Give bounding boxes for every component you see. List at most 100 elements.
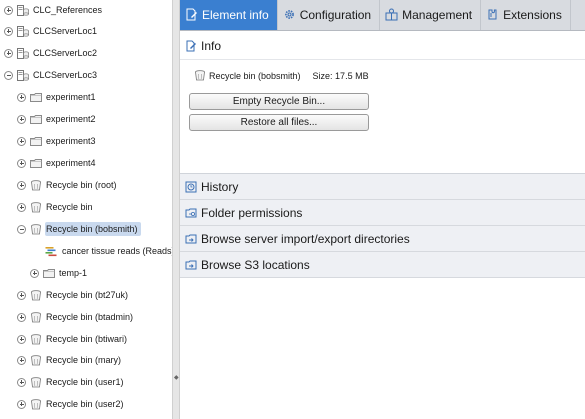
section-title: Info (201, 38, 222, 53)
collapse-icon[interactable] (4, 70, 13, 80)
restore-all-files-button[interactable]: Restore all files... (189, 114, 369, 131)
tree-item-recycle-bin-btiwari[interactable]: Recycle bin (btiwari) (17, 329, 130, 349)
tree-item-label: cancer tissue reads (Reads) (62, 246, 172, 256)
tree-item-label: Recycle bin (bobsmith) (45, 222, 141, 236)
management-icon (385, 8, 398, 21)
recycle-bin-icon (195, 70, 205, 81)
folder-icon (30, 158, 42, 168)
tree-item-recycle-bin-bobsmith[interactable]: Recycle bin (bobsmith) (17, 219, 141, 239)
recycle-bin-icon (31, 376, 41, 387)
tab-label: Management (402, 7, 473, 22)
tab-configuration[interactable]: Configuration (278, 0, 381, 30)
section-title: Browse S3 locations (201, 257, 310, 272)
tree-item-experiment3[interactable]: experiment3 (17, 131, 99, 151)
info-section-body: Recycle bin (bobsmith) Size: 17.5 MB Emp… (180, 60, 585, 174)
document-edit-icon (186, 8, 197, 21)
section-title: Browse server import/export directories (201, 231, 410, 246)
expand-icon[interactable] (17, 180, 26, 190)
folder-icon (30, 92, 42, 102)
document-edit-icon (186, 40, 196, 51)
expand-icon[interactable] (17, 136, 26, 146)
size-label: Size: 17.5 MB (312, 70, 369, 81)
tab-element-info[interactable]: Element info (180, 0, 278, 30)
tree-item-label: temp-1 (59, 268, 88, 278)
recycle-bin-icon (31, 311, 41, 322)
browse-server-section-header[interactable]: Browse server import/export directories (180, 226, 585, 252)
tab-management[interactable]: Management (380, 0, 482, 30)
tree-item-experiment2[interactable]: experiment2 (17, 109, 99, 129)
empty-recycle-bin-button[interactable]: Empty Recycle Bin... (189, 93, 369, 110)
tab-label: Element info (202, 7, 269, 22)
sequence-reads-icon (45, 246, 57, 256)
expand-icon[interactable] (17, 158, 26, 168)
tree-item-experiment1[interactable]: experiment1 (17, 87, 99, 107)
tree-item-recycle-bin-mary[interactable]: Recycle bin (mary) (17, 350, 124, 370)
tree-item-recycle-bin-root[interactable]: Recycle bin (root) (17, 175, 120, 195)
tree-item-label: experiment2 (46, 114, 96, 124)
tree-item-recycle-bin-btadmin[interactable]: Recycle bin (btadmin) (17, 307, 136, 327)
tree-item-label: experiment4 (46, 158, 96, 168)
expand-icon[interactable] (17, 92, 26, 102)
tree-item-recycle-bin[interactable]: Recycle bin (17, 197, 96, 217)
recycle-bin-icon (31, 398, 41, 409)
tree-item-recycle-bin-user2[interactable]: Recycle bin (user2) (17, 394, 127, 414)
collapse-icon[interactable] (17, 224, 26, 234)
history-section-header[interactable]: History (180, 174, 585, 200)
tree-item-label: Recycle bin (btadmin) (46, 312, 134, 322)
tab-label: Extensions (503, 7, 562, 22)
expand-icon[interactable] (4, 48, 13, 58)
tree-item-clcserverloc3[interactable]: CLCServerLoc3 (4, 65, 100, 85)
tree-item-label: CLCServerLoc3 (33, 70, 98, 80)
folder-icon (30, 114, 42, 124)
tab-label: Configuration (299, 7, 372, 22)
history-icon (185, 181, 197, 192)
expand-icon[interactable] (17, 334, 26, 344)
expand-icon[interactable] (17, 377, 26, 387)
tree-item-label: CLCServerLoc2 (33, 48, 98, 58)
tree-item-temp-1[interactable]: temp-1 (30, 263, 90, 283)
server-db-icon (17, 47, 29, 59)
tree-item-clcserverloc1[interactable]: CLCServerLoc1 (4, 21, 100, 41)
puzzle-icon (488, 9, 497, 20)
tree-scrollbar[interactable] (172, 0, 180, 419)
browse-server-icon (185, 234, 197, 243)
tree-item-clc-references[interactable]: CLC_References (4, 0, 105, 20)
tree-item-experiment4[interactable]: experiment4 (17, 153, 99, 173)
expand-icon[interactable] (17, 312, 26, 322)
tree-item-label: Recycle bin (user1) (46, 377, 124, 387)
bin-name: Recycle bin (bobsmith) (209, 70, 301, 81)
folder-icon (30, 136, 42, 146)
tree-item-cancer-tissue-reads[interactable]: cancer tissue reads (Reads) (40, 241, 172, 261)
navigation-tree: CLC_References CLCServerLoc1 CLCServerLo… (0, 0, 172, 419)
tree-item-label: Recycle bin (mary) (46, 355, 122, 365)
tree-item-clcserverloc2[interactable]: CLCServerLoc2 (4, 43, 100, 63)
tab-extensions[interactable]: Extensions (481, 0, 571, 30)
expand-icon[interactable] (4, 26, 13, 36)
tree-item-label: CLCServerLoc1 (33, 26, 98, 36)
gear-icon (284, 10, 294, 19)
tree-item-label: Recycle bin (btiwari) (46, 334, 128, 344)
tab-bar: Element info Configuration Management Ex… (180, 0, 585, 31)
expand-icon[interactable] (17, 114, 26, 124)
server-db-icon (17, 69, 29, 81)
expand-icon[interactable] (30, 268, 39, 278)
expand-icon[interactable] (17, 399, 26, 409)
expand-icon[interactable] (17, 355, 26, 365)
splitter-handle-icon[interactable]: ◆ (174, 375, 179, 381)
expand-icon[interactable] (17, 290, 26, 300)
tree-item-recycle-bin-bt27uk[interactable]: Recycle bin (bt27uk) (17, 285, 131, 305)
info-section-header[interactable]: Info (180, 32, 585, 60)
folder-permissions-section-header[interactable]: Folder permissions (180, 200, 585, 226)
browse-s3-icon (185, 260, 197, 269)
recycle-bin-icon (31, 354, 41, 365)
expand-icon[interactable] (17, 202, 26, 212)
tree-item-label: experiment1 (46, 92, 96, 102)
tree-item-label: Recycle bin (user2) (46, 399, 124, 409)
expand-icon[interactable] (4, 5, 13, 15)
bin-summary: Recycle bin (bobsmith) Size: 17.5 MB (194, 70, 369, 81)
browse-s3-section-header[interactable]: Browse S3 locations (180, 252, 585, 278)
server-db-icon (17, 25, 29, 37)
recycle-bin-icon (31, 333, 41, 344)
tree-item-recycle-bin-user1[interactable]: Recycle bin (user1) (17, 372, 127, 392)
recycle-bin-icon (31, 223, 41, 234)
